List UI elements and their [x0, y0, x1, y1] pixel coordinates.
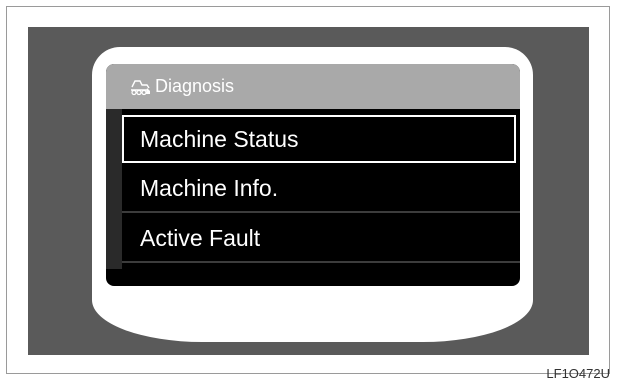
- menu-item-label: Active Fault: [140, 224, 261, 251]
- menu-item-machine-status[interactable]: Machine Status: [122, 115, 516, 163]
- menu-item-label: Machine Info.: [140, 174, 279, 201]
- display-screen: Diagnosis Machine Status Machine Info. A…: [106, 64, 520, 286]
- menu-item-machine-info[interactable]: Machine Info.: [122, 165, 520, 213]
- menu-title: Diagnosis: [155, 76, 235, 96]
- excavator-icon: [129, 78, 151, 96]
- menu-header: Diagnosis: [106, 64, 520, 109]
- menu-accent-strip: [106, 109, 122, 269]
- menu-item-active-fault[interactable]: Active Fault: [122, 215, 520, 263]
- menu-item-label: Machine Status: [140, 125, 299, 152]
- figure-code: LF1O472U: [546, 366, 610, 381]
